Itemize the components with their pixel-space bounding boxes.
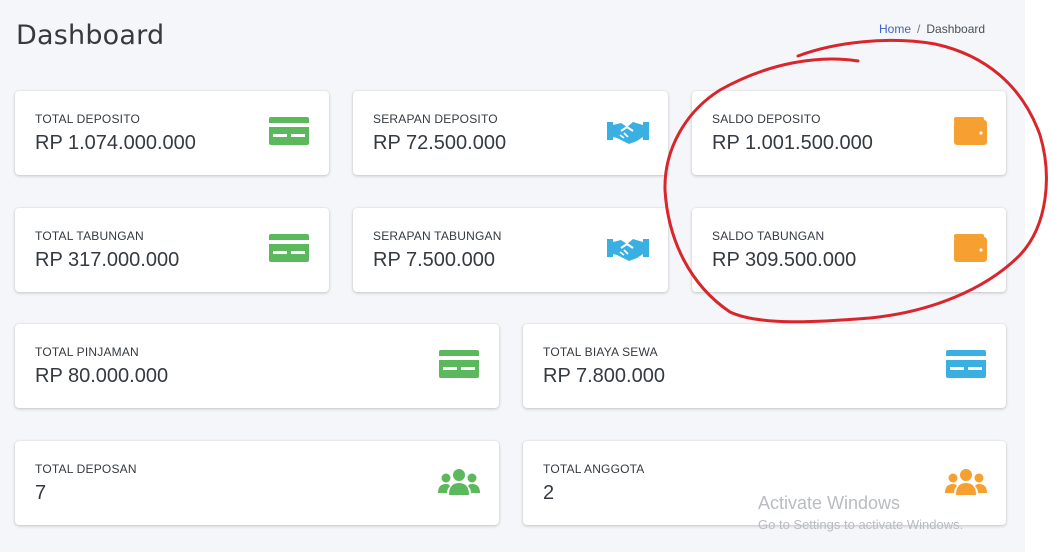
saldo-deposito-card: SALDO DEPOSITO RP 1.001.500.000 — [692, 91, 1006, 175]
card-label: TOTAL BIAYA SEWA — [543, 345, 658, 359]
card-value: RP 1.001.500.000 — [712, 132, 873, 154]
card-label: SERAPAN TABUNGAN — [373, 229, 502, 243]
card-label: TOTAL DEPOSAN — [35, 462, 137, 476]
total-biaya-sewa-card: TOTAL BIAYA SEWA RP 7.800.000 — [523, 324, 1006, 408]
card-label: SALDO TABUNGAN — [712, 229, 825, 243]
page-title: Dashboard — [16, 20, 165, 51]
card-value: RP 317.000.000 — [35, 249, 180, 271]
breadcrumb: Home / Dashboard — [879, 22, 985, 36]
breadcrumb-home-link[interactable]: Home — [879, 22, 911, 36]
card-label: TOTAL DEPOSITO — [35, 112, 141, 126]
breadcrumb-separator: / — [917, 22, 921, 36]
watermark-subtitle: Go to Settings to activate Windows. — [758, 517, 964, 532]
card-value: RP 7.800.000 — [543, 365, 665, 387]
serapan-deposito-card: SERAPAN DEPOSITO RP 72.500.000 — [353, 91, 668, 175]
total-deposan-card: TOTAL DEPOSAN 7 — [15, 441, 499, 525]
credit-card-icon — [946, 350, 986, 378]
card-value: RP 72.500.000 — [373, 132, 507, 154]
breadcrumb-current: Dashboard — [926, 22, 986, 36]
credit-card-icon — [269, 117, 309, 145]
card-label: TOTAL TABUNGAN — [35, 229, 144, 243]
total-tabungan-card: TOTAL TABUNGAN RP 317.000.000 — [15, 208, 329, 292]
wallet-icon — [954, 234, 987, 262]
card-label: TOTAL PINJAMAN — [35, 345, 139, 359]
credit-card-icon — [439, 350, 479, 378]
wallet-icon — [954, 117, 987, 145]
card-value: 7 — [35, 482, 47, 504]
card-label: TOTAL ANGGOTA — [543, 462, 645, 476]
card-label: SALDO DEPOSITO — [712, 112, 821, 126]
saldo-tabungan-card: SALDO TABUNGAN RP 309.500.000 — [692, 208, 1006, 292]
card-value: RP 7.500.000 — [373, 249, 495, 271]
card-value: RP 309.500.000 — [712, 249, 857, 271]
content-wrapper: Dashboard Home / Dashboard TOTAL DEPOSITO … — [0, 0, 1025, 552]
handshake-icon — [607, 239, 649, 261]
watermark-title: Activate Windows — [758, 493, 901, 513]
serapan-tabungan-card: SERAPAN TABUNGAN RP 7.500.000 — [353, 208, 668, 292]
activate-windows-watermark: Activate Windows Go to Settings to activ… — [758, 493, 963, 532]
users-icon — [438, 469, 480, 495]
card-value: 2 — [543, 482, 555, 504]
credit-card-icon — [269, 234, 309, 262]
card-value: RP 1.074.000.000 — [35, 132, 196, 154]
total-deposito-card: TOTAL DEPOSITO RP 1.074.000.000 — [15, 91, 329, 175]
total-pinjaman-card: TOTAL PINJAMAN RP 80.000.000 — [15, 324, 499, 408]
card-value: RP 80.000.000 — [35, 365, 169, 387]
handshake-icon — [607, 122, 649, 144]
card-label: SERAPAN DEPOSITO — [373, 112, 498, 126]
